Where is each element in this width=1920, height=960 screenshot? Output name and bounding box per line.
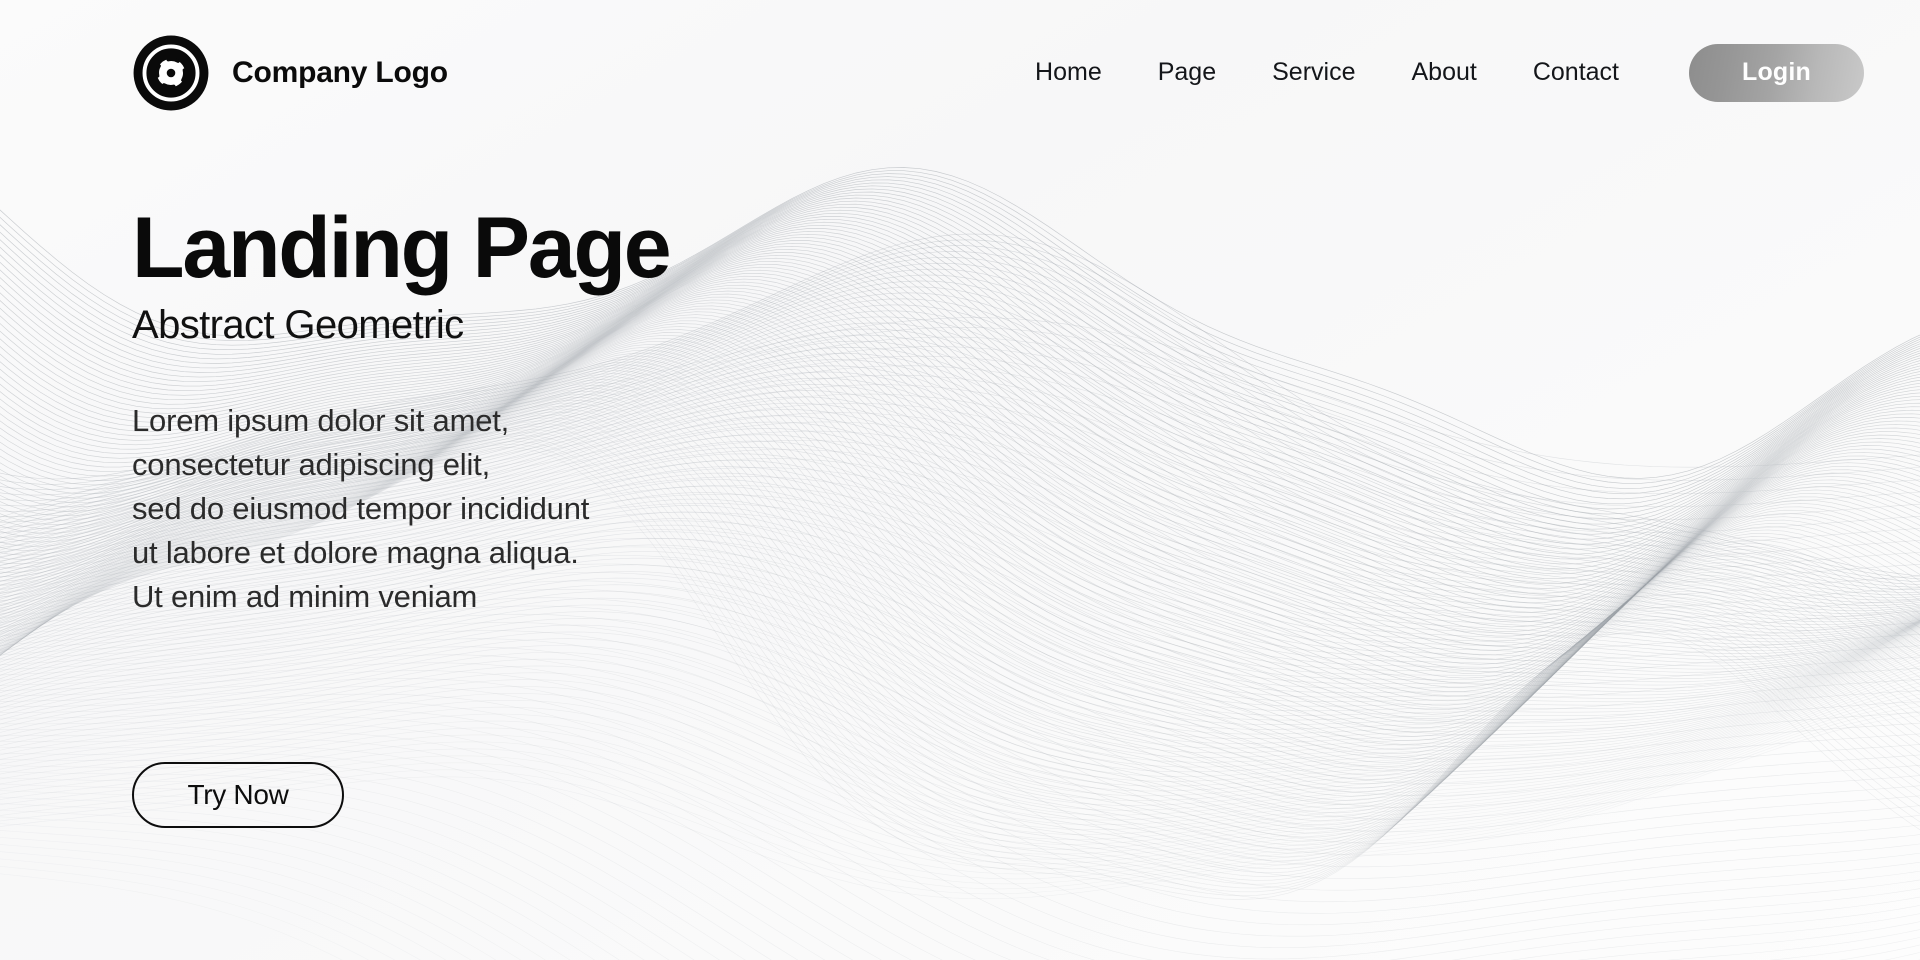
hero-description-line: sed do eiusmod tempor incididunt: [132, 491, 590, 527]
nav-item-page[interactable]: Page: [1130, 58, 1244, 87]
hero-description-line: consectetur adipiscing elit,: [132, 447, 490, 483]
page-title: Landing Page: [132, 200, 672, 296]
nav-item-about[interactable]: About: [1383, 58, 1504, 87]
hero-description: Lorem ipsum dolor sit amet, consectetur …: [132, 399, 852, 619]
vinyl-record-logo-icon: [133, 35, 209, 110]
brand-name: Company Logo: [232, 55, 448, 89]
site-header: Company Logo Home Page Service About Con…: [0, 0, 1920, 145]
main-nav: Home Page Service About Contact Login: [1007, 43, 1864, 102]
hero-description-line: Ut enim ad minim veniam: [132, 579, 478, 615]
hero-description-line: Lorem ipsum dolor sit amet,: [132, 403, 510, 438]
hero-section: Landing Page Abstract Geometric Lorem ip…: [132, 205, 852, 619]
hero-description-line: ut labore et dolore magna aliqua.: [132, 535, 579, 571]
nav-item-home[interactable]: Home: [1007, 58, 1130, 87]
try-now-button[interactable]: Try Now: [132, 762, 344, 828]
page-subtitle: Abstract Geometric: [132, 303, 464, 347]
login-button[interactable]: Login: [1689, 43, 1864, 102]
brand[interactable]: Company Logo: [132, 34, 448, 112]
landing-page: Company Logo Home Page Service About Con…: [0, 0, 1920, 960]
nav-item-contact[interactable]: Contact: [1505, 58, 1647, 87]
nav-item-service[interactable]: Service: [1244, 58, 1383, 87]
